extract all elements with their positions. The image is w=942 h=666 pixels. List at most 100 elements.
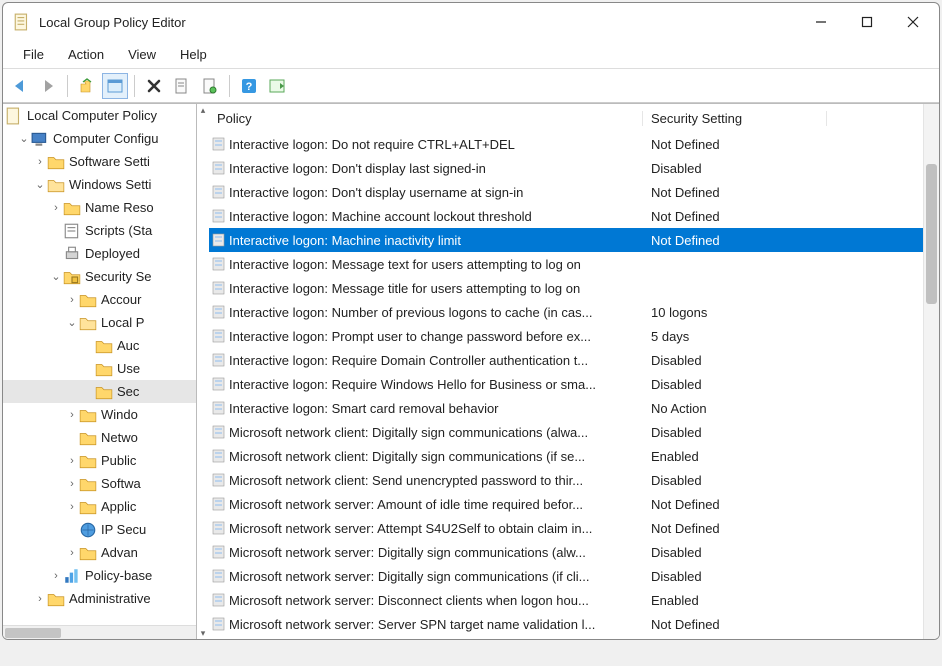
- expand-icon[interactable]: ›: [65, 547, 79, 559]
- expand-icon[interactable]: ›: [49, 202, 63, 214]
- tree-deployed[interactable]: Deployed: [3, 242, 196, 265]
- policy-row[interactable]: Microsoft network server: Server SPN tar…: [209, 612, 923, 636]
- show-hide-tree-button[interactable]: [102, 73, 128, 99]
- policy-item-icon: [209, 328, 229, 344]
- tree-policy-based[interactable]: › Policy-base: [3, 564, 196, 587]
- properties-button[interactable]: [197, 73, 223, 99]
- title-bar[interactable]: Local Group Policy Editor: [3, 3, 939, 41]
- policy-row[interactable]: Microsoft network client: Digitally sign…: [209, 444, 923, 468]
- policy-name: Microsoft network client: Digitally sign…: [229, 449, 643, 464]
- column-header-policy[interactable]: Policy: [209, 111, 643, 126]
- tree-label: Auc: [117, 338, 139, 353]
- tree-label: Administrative: [69, 591, 151, 606]
- export-list-button[interactable]: [169, 73, 195, 99]
- tree-pane[interactable]: Local Computer Policy ⌄ Computer Configu…: [3, 104, 197, 639]
- scroll-down-icon[interactable]: ▾: [197, 627, 209, 639]
- tree-user-rights[interactable]: Use: [3, 357, 196, 380]
- tree-security-options[interactable]: Sec: [3, 380, 196, 403]
- tree-account[interactable]: › Accour: [3, 288, 196, 311]
- expand-icon[interactable]: ›: [65, 478, 79, 490]
- policy-row[interactable]: Interactive logon: Prompt user to change…: [209, 324, 923, 348]
- policy-row[interactable]: Interactive logon: Message text for user…: [209, 252, 923, 276]
- folder-icon: [79, 498, 97, 516]
- policy-name: Microsoft network server: Digitally sign…: [229, 569, 643, 584]
- tree-name-resolution[interactable]: › Name Reso: [3, 196, 196, 219]
- tree-advanced-audit[interactable]: › Advan: [3, 541, 196, 564]
- policy-row[interactable]: Interactive logon: Do not require CTRL+A…: [209, 132, 923, 156]
- tree-local-policies[interactable]: ⌄ Local P: [3, 311, 196, 334]
- policy-row[interactable]: Microsoft network server: Attempt S4U2Se…: [209, 516, 923, 540]
- policy-row[interactable]: Interactive logon: Don't display last si…: [209, 156, 923, 180]
- vertical-scrollbar[interactable]: [923, 104, 939, 639]
- tree-security-settings[interactable]: ⌄ Security Se: [3, 265, 196, 288]
- menu-view[interactable]: View: [118, 43, 166, 66]
- tree-public-key[interactable]: › Public: [3, 449, 196, 472]
- collapse-icon[interactable]: ⌄: [49, 270, 63, 283]
- maximize-button[interactable]: [845, 7, 889, 37]
- forward-button[interactable]: [35, 73, 61, 99]
- tree-admin-templates[interactable]: › Administrative: [3, 587, 196, 610]
- policy-row[interactable]: Interactive logon: Machine account locko…: [209, 204, 923, 228]
- tree-software-restrict[interactable]: › Softwa: [3, 472, 196, 495]
- policy-row[interactable]: Interactive logon: Machine inactivity li…: [209, 228, 923, 252]
- policy-name: Microsoft network server: Attempt S4U2Se…: [229, 521, 643, 536]
- tree-label: Software Setti: [69, 154, 150, 169]
- toolbar-separator: [67, 75, 68, 97]
- scrollbar-thumb[interactable]: [926, 164, 937, 304]
- expand-icon[interactable]: ›: [65, 455, 79, 467]
- policy-row[interactable]: Microsoft network client: Digitally sign…: [209, 420, 923, 444]
- policy-row[interactable]: Interactive logon: Require Domain Contro…: [209, 348, 923, 372]
- up-button[interactable]: [74, 73, 100, 99]
- expand-icon[interactable]: ›: [65, 294, 79, 306]
- close-button[interactable]: [891, 7, 935, 37]
- policy-row[interactable]: Interactive logon: Number of previous lo…: [209, 300, 923, 324]
- tree-ip-security[interactable]: IP Secu: [3, 518, 196, 541]
- menu-action[interactable]: Action: [58, 43, 114, 66]
- collapse-icon[interactable]: ⌄: [65, 316, 79, 329]
- column-header-setting[interactable]: Security Setting: [643, 111, 827, 126]
- tree-computer-config[interactable]: ⌄ Computer Configu: [3, 127, 196, 150]
- back-button[interactable]: [7, 73, 33, 99]
- help-button[interactable]: ?: [236, 73, 262, 99]
- expand-icon[interactable]: ›: [65, 409, 79, 421]
- policy-row[interactable]: Microsoft network server: Digitally sign…: [209, 540, 923, 564]
- collapse-icon[interactable]: ⌄: [17, 132, 31, 145]
- policy-row[interactable]: Microsoft network server: Amount of idle…: [209, 492, 923, 516]
- policy-row[interactable]: Microsoft network server: Disconnect cli…: [209, 588, 923, 612]
- policy-row[interactable]: Interactive logon: Don't display usernam…: [209, 180, 923, 204]
- computer-icon: [31, 130, 49, 148]
- tree-audit[interactable]: Auc: [3, 334, 196, 357]
- tree-windows-settings[interactable]: ⌄ Windows Setti: [3, 173, 196, 196]
- folder-icon: [47, 590, 65, 608]
- tree-application-control[interactable]: › Applic: [3, 495, 196, 518]
- scroll-up-icon[interactable]: ▴: [197, 104, 209, 116]
- policy-row[interactable]: Interactive logon: Require Windows Hello…: [209, 372, 923, 396]
- tree-root[interactable]: Local Computer Policy: [3, 104, 196, 127]
- expand-icon[interactable]: ›: [33, 156, 47, 168]
- expand-icon[interactable]: ›: [33, 593, 47, 605]
- minimize-button[interactable]: [799, 7, 843, 37]
- policy-item-icon: [209, 592, 229, 608]
- printer-icon: [63, 245, 81, 263]
- left-mini-scroll[interactable]: ▴ ▾: [197, 104, 209, 639]
- tree-scripts[interactable]: Scripts (Sta: [3, 219, 196, 242]
- expand-icon[interactable]: [81, 386, 95, 398]
- tree-network-list[interactable]: Netwo: [3, 426, 196, 449]
- collapse-icon[interactable]: ⌄: [33, 178, 47, 191]
- delete-button[interactable]: [141, 73, 167, 99]
- tree-windows-firewall[interactable]: › Windo: [3, 403, 196, 426]
- menu-file[interactable]: File: [13, 43, 54, 66]
- menu-help[interactable]: Help: [170, 43, 217, 66]
- scrollbar-thumb[interactable]: [5, 628, 61, 638]
- tree-horizontal-scrollbar[interactable]: [3, 625, 196, 639]
- policy-row[interactable]: Interactive logon: Message title for use…: [209, 276, 923, 300]
- expand-icon[interactable]: ›: [49, 570, 63, 582]
- policy-row[interactable]: Interactive logon: Smart card removal be…: [209, 396, 923, 420]
- policy-row[interactable]: Microsoft network server: Digitally sign…: [209, 564, 923, 588]
- filter-button[interactable]: [264, 73, 290, 99]
- tree-software-settings[interactable]: › Software Setti: [3, 150, 196, 173]
- tree-label: Accour: [101, 292, 141, 307]
- policy-row[interactable]: Microsoft network client: Send unencrypt…: [209, 468, 923, 492]
- policy-item-icon: [209, 400, 229, 416]
- expand-icon[interactable]: ›: [65, 501, 79, 513]
